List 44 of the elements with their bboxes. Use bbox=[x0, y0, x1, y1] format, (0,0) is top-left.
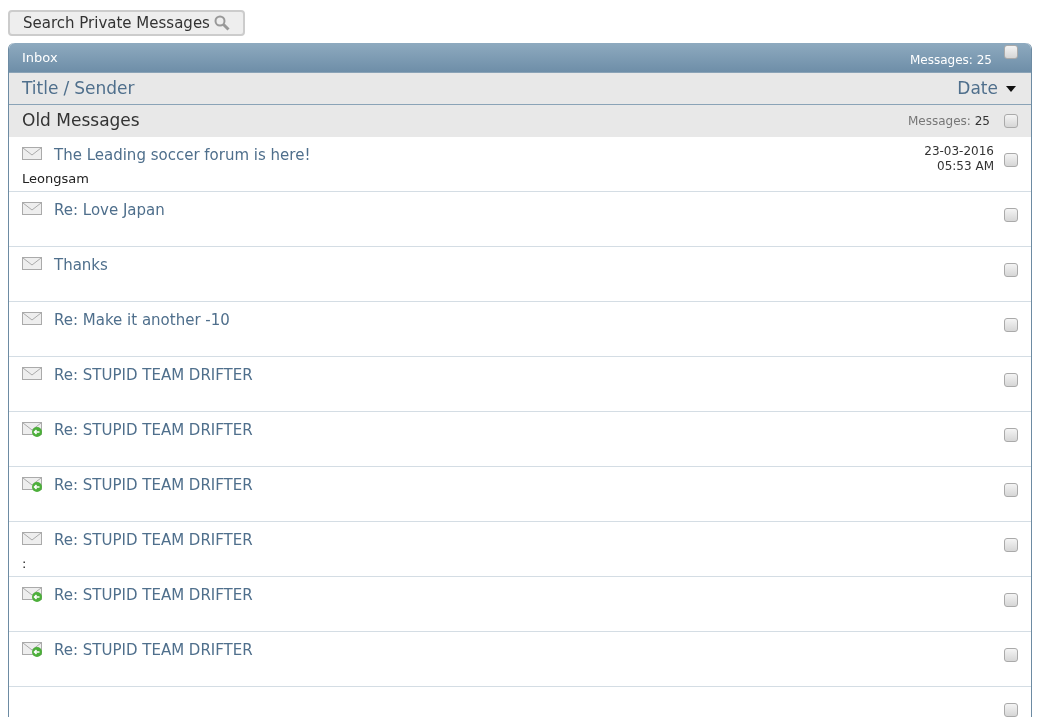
checkbox[interactable] bbox=[1004, 153, 1018, 167]
checkbox[interactable] bbox=[1004, 648, 1018, 662]
message-title-link[interactable]: Re: STUPID TEAM DRIFTER bbox=[54, 529, 253, 552]
message-title-link[interactable]: Re: Make it another -10 bbox=[54, 309, 230, 332]
sender-name: Leongsam bbox=[22, 169, 89, 188]
envelope-icon bbox=[22, 366, 43, 382]
sender-name: : bbox=[22, 554, 27, 573]
checkbox[interactable] bbox=[1004, 114, 1018, 128]
checkbox[interactable] bbox=[1004, 703, 1018, 717]
message-title-link[interactable]: The Leading soccer forum is here! bbox=[54, 144, 311, 167]
separator: / bbox=[63, 76, 70, 100]
date-sort-link[interactable]: Date bbox=[957, 75, 998, 102]
checkbox[interactable] bbox=[1004, 483, 1018, 497]
search-icon bbox=[213, 15, 230, 31]
envelope-icon bbox=[22, 311, 43, 327]
message-title-link[interactable]: Re: STUPID TEAM DRIFTER bbox=[54, 419, 253, 442]
group-title: Old Messages bbox=[22, 109, 141, 133]
message-title-link[interactable]: Re: Love Japan bbox=[54, 199, 165, 222]
message-date: 23-03-2016 bbox=[924, 144, 994, 159]
checkbox[interactable] bbox=[1004, 318, 1018, 332]
checkbox[interactable] bbox=[1004, 373, 1018, 387]
checkbox[interactable] bbox=[1004, 44, 1018, 59]
message-title-link[interactable]: Re: STUPID TEAM DRIFTER bbox=[54, 584, 253, 607]
message-time: 05:53 AM bbox=[937, 159, 994, 174]
envelope-icon bbox=[22, 531, 43, 547]
envelope-icon bbox=[22, 146, 43, 162]
message-title-link[interactable]: Thanks bbox=[54, 254, 108, 277]
checkbox[interactable] bbox=[1004, 208, 1018, 222]
envelope-icon bbox=[22, 201, 43, 217]
message-count: Messages: 25 bbox=[908, 113, 990, 130]
checkbox[interactable] bbox=[1004, 263, 1018, 277]
checkbox[interactable] bbox=[1004, 538, 1018, 552]
title-sort-link[interactable]: Title bbox=[22, 75, 59, 102]
message-count: Messages: 25 bbox=[910, 51, 992, 69]
message-title-link[interactable]: Re: STUPID TEAM DRIFTER bbox=[54, 364, 253, 387]
search-button[interactable]: Search Private Messages bbox=[8, 10, 245, 36]
checkbox[interactable] bbox=[1004, 428, 1018, 442]
inbox-title: Inbox bbox=[22, 48, 59, 67]
checkbox[interactable] bbox=[1004, 593, 1018, 607]
caret-icon bbox=[1006, 85, 1016, 92]
sender-sort-link[interactable]: Sender bbox=[74, 75, 958, 102]
message-title-link[interactable]: Re: STUPID TEAM DRIFTER bbox=[54, 639, 253, 662]
message-title-link[interactable]: Re: STUPID TEAM DRIFTER bbox=[54, 474, 253, 497]
envelope-icon bbox=[22, 256, 43, 272]
